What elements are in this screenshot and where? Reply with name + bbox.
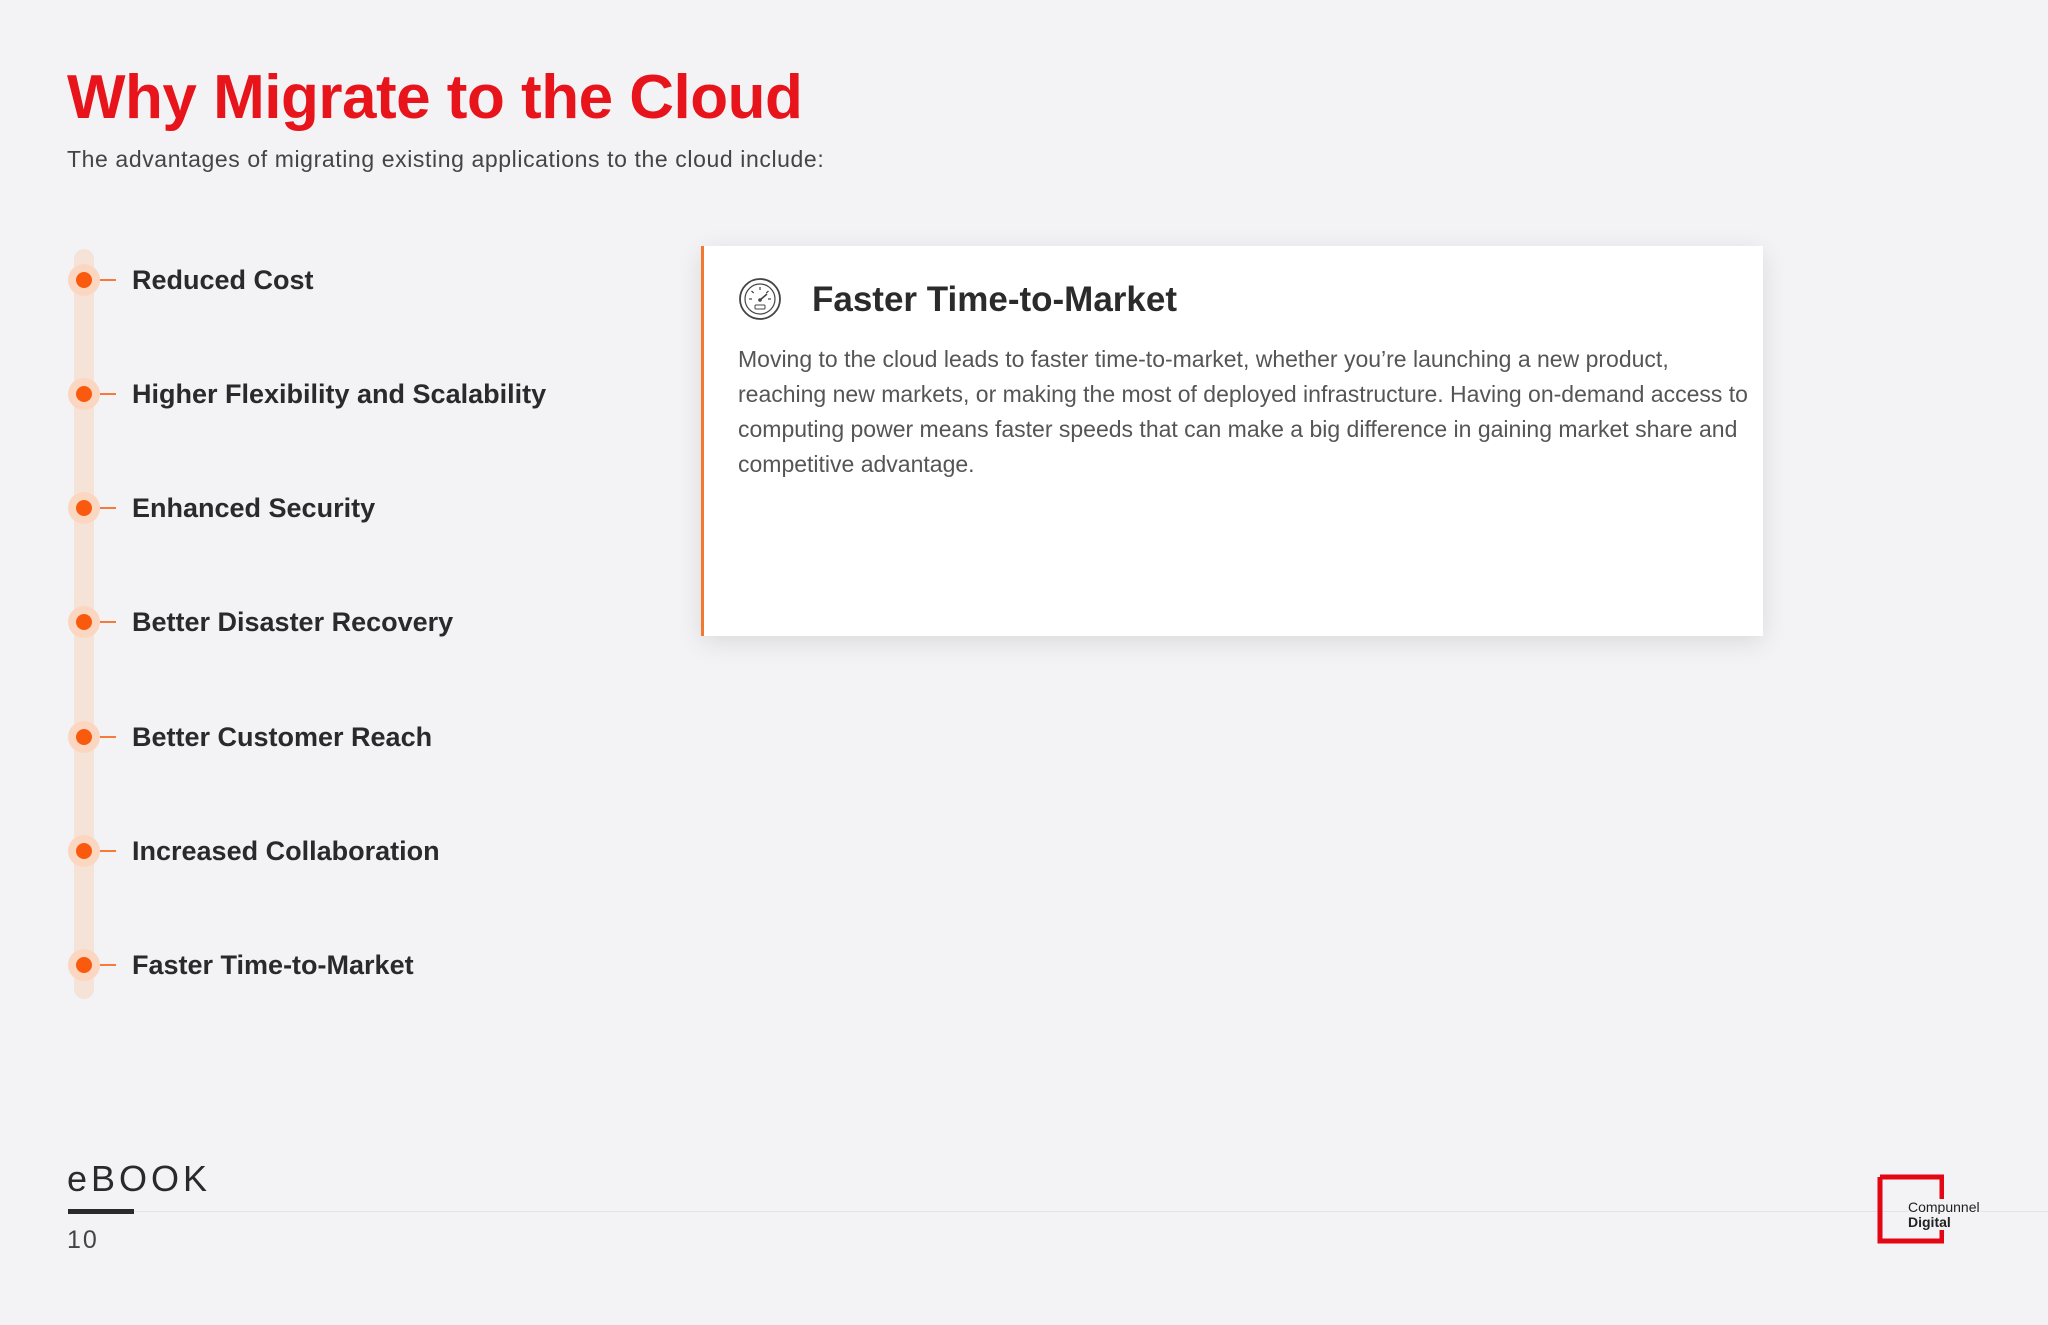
detail-card: Faster Time-to-Market Moving to the clou… (701, 246, 1763, 636)
card-title: Faster Time-to-Market (812, 280, 1178, 319)
timeline-dot-icon (68, 606, 100, 638)
timeline-item-customer-reach[interactable]: Better Customer Reach (68, 717, 628, 757)
timeline-dot-icon (68, 949, 100, 981)
speedometer-icon (738, 277, 782, 321)
logo-text: Digital (1908, 1214, 1951, 1230)
timeline-connector (98, 393, 116, 395)
timeline-dot-icon (68, 378, 100, 410)
logo-text: Compunnel (1908, 1199, 1980, 1215)
timeline-item-label: Higher Flexibility and Scalability (132, 378, 547, 409)
timeline-item-label: Reduced Cost (132, 264, 314, 295)
timeline-connector (98, 507, 116, 509)
ebook-underline (68, 1209, 134, 1214)
page-title: Why Migrate to the Cloud (67, 63, 803, 132)
timeline-item-flexibility-scalability[interactable]: Higher Flexibility and Scalability (68, 374, 628, 414)
timeline-item-label: Better Customer Reach (132, 721, 433, 752)
timeline-connector (98, 850, 116, 852)
timeline-item-time-to-market[interactable]: Faster Time-to-Market (68, 945, 628, 985)
timeline-connector (98, 621, 116, 623)
company-logo: Compunnel Digital (1876, 1174, 1986, 1246)
footer-divider (134, 1211, 2048, 1212)
timeline-dot-icon (68, 264, 100, 296)
timeline-connector (98, 279, 116, 281)
page-number: 10 (67, 1226, 99, 1254)
ebook-label: eBOOK (67, 1158, 212, 1199)
timeline-dot-icon (68, 835, 100, 867)
timeline-connector (98, 964, 116, 966)
timeline-item-enhanced-security[interactable]: Enhanced Security (68, 488, 628, 528)
page-subtitle: The advantages of migrating existing app… (67, 146, 825, 172)
timeline-dot-icon (68, 492, 100, 524)
timeline-connector (98, 736, 116, 738)
timeline-item-disaster-recovery[interactable]: Better Disaster Recovery (68, 602, 628, 642)
timeline-item-label: Enhanced Security (132, 492, 376, 523)
timeline-item-reduced-cost[interactable]: Reduced Cost (68, 260, 628, 300)
timeline-item-label: Faster Time-to-Market (132, 949, 414, 980)
timeline-item-label: Increased Collaboration (132, 835, 440, 866)
timeline-item-label: Better Disaster Recovery (132, 606, 454, 637)
timeline-item-collaboration[interactable]: Increased Collaboration (68, 831, 628, 871)
card-body: Moving to the cloud leads to faster time… (738, 346, 1748, 477)
timeline-dot-icon (68, 721, 100, 753)
